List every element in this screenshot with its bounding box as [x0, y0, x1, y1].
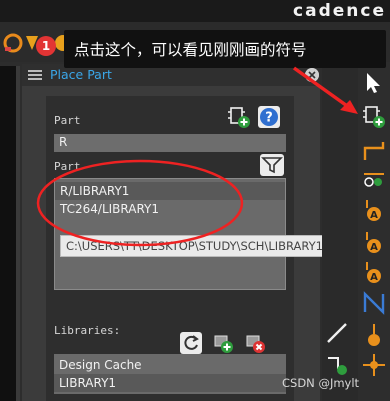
place-power-icon[interactable] — [361, 290, 387, 316]
place-wire-icon[interactable] — [361, 138, 387, 164]
watermark: CSDN @Jmylt — [282, 376, 360, 390]
place-bus-icon[interactable]: A — [361, 198, 387, 224]
help-icon: ? — [260, 108, 278, 126]
part-search-input[interactable]: R — [54, 134, 286, 152]
libraries-label: Libraries: — [54, 324, 121, 337]
select-pointer-icon[interactable] — [361, 70, 387, 96]
place-line-icon[interactable] — [324, 320, 350, 346]
refresh-button[interactable] — [180, 332, 202, 354]
list-item[interactable]: LIBRARY1 — [54, 374, 286, 392]
add-library-button[interactable] — [212, 332, 234, 354]
svg-text:A: A — [370, 242, 378, 253]
library-list[interactable]: Design Cache LIBRARY1 — [54, 354, 286, 394]
place-rectangle-icon[interactable] — [324, 350, 350, 376]
annotation-text: 点击这个，可以看见刚刚画的符号 — [74, 41, 307, 59]
place-net-alias-icon[interactable] — [361, 166, 387, 192]
title-bar: cadence — [0, 0, 390, 22]
svg-text:?: ? — [265, 111, 273, 126]
refresh-icon — [184, 335, 199, 350]
panel-grip-icon[interactable] — [28, 70, 42, 80]
close-icon[interactable] — [305, 68, 319, 82]
step-badge: 1 — [36, 36, 56, 56]
place-part-panel: Place Part Part ? R Part R/LIBRARY1 TC26… — [22, 64, 320, 401]
app-window: cadence Place Part Part ? R Part R/LIBRA… — [0, 0, 390, 401]
remove-library-icon — [246, 335, 265, 353]
place-junction-icon[interactable]: A — [361, 230, 387, 256]
part-label: Part — [54, 114, 81, 127]
library-path-tooltip: C:\USERS\TT\DESKTOP\STUDY\SCH\LIBRARY1.O… — [60, 235, 357, 257]
filter-button[interactable] — [260, 154, 284, 176]
add-library-icon — [214, 335, 233, 353]
brand-logo: cadence — [293, 1, 386, 21]
filter-icon — [261, 157, 283, 174]
panel-title: Place Part — [50, 67, 112, 82]
canvas-splitter[interactable] — [16, 66, 20, 401]
list-item[interactable]: TC264/LIBRARY1 — [55, 200, 285, 218]
schematic-canvas[interactable] — [0, 66, 16, 401]
svg-text:A: A — [370, 210, 378, 221]
orange-ring-tool-icon[interactable] — [2, 32, 24, 54]
place-ground-icon[interactable] — [361, 322, 387, 348]
add-part-icon — [228, 107, 250, 128]
annotation-banner: 点击这个，可以看见刚刚画的符号 — [64, 30, 386, 68]
svg-text:A: A — [370, 272, 378, 283]
part-list-label: Part — [54, 160, 81, 173]
place-part-icon[interactable] — [361, 104, 387, 130]
remove-library-button[interactable] — [244, 332, 266, 354]
list-item[interactable]: R/LIBRARY1 — [55, 182, 285, 200]
list-item[interactable]: Design Cache — [54, 356, 286, 374]
place-bus-entry-icon[interactable]: A — [361, 260, 387, 286]
place-no-connect-icon[interactable] — [361, 352, 387, 378]
help-button[interactable]: ? — [258, 106, 280, 128]
part-list[interactable]: R/LIBRARY1 TC264/LIBRARY1 — [54, 178, 286, 290]
add-part-button[interactable] — [228, 106, 250, 128]
